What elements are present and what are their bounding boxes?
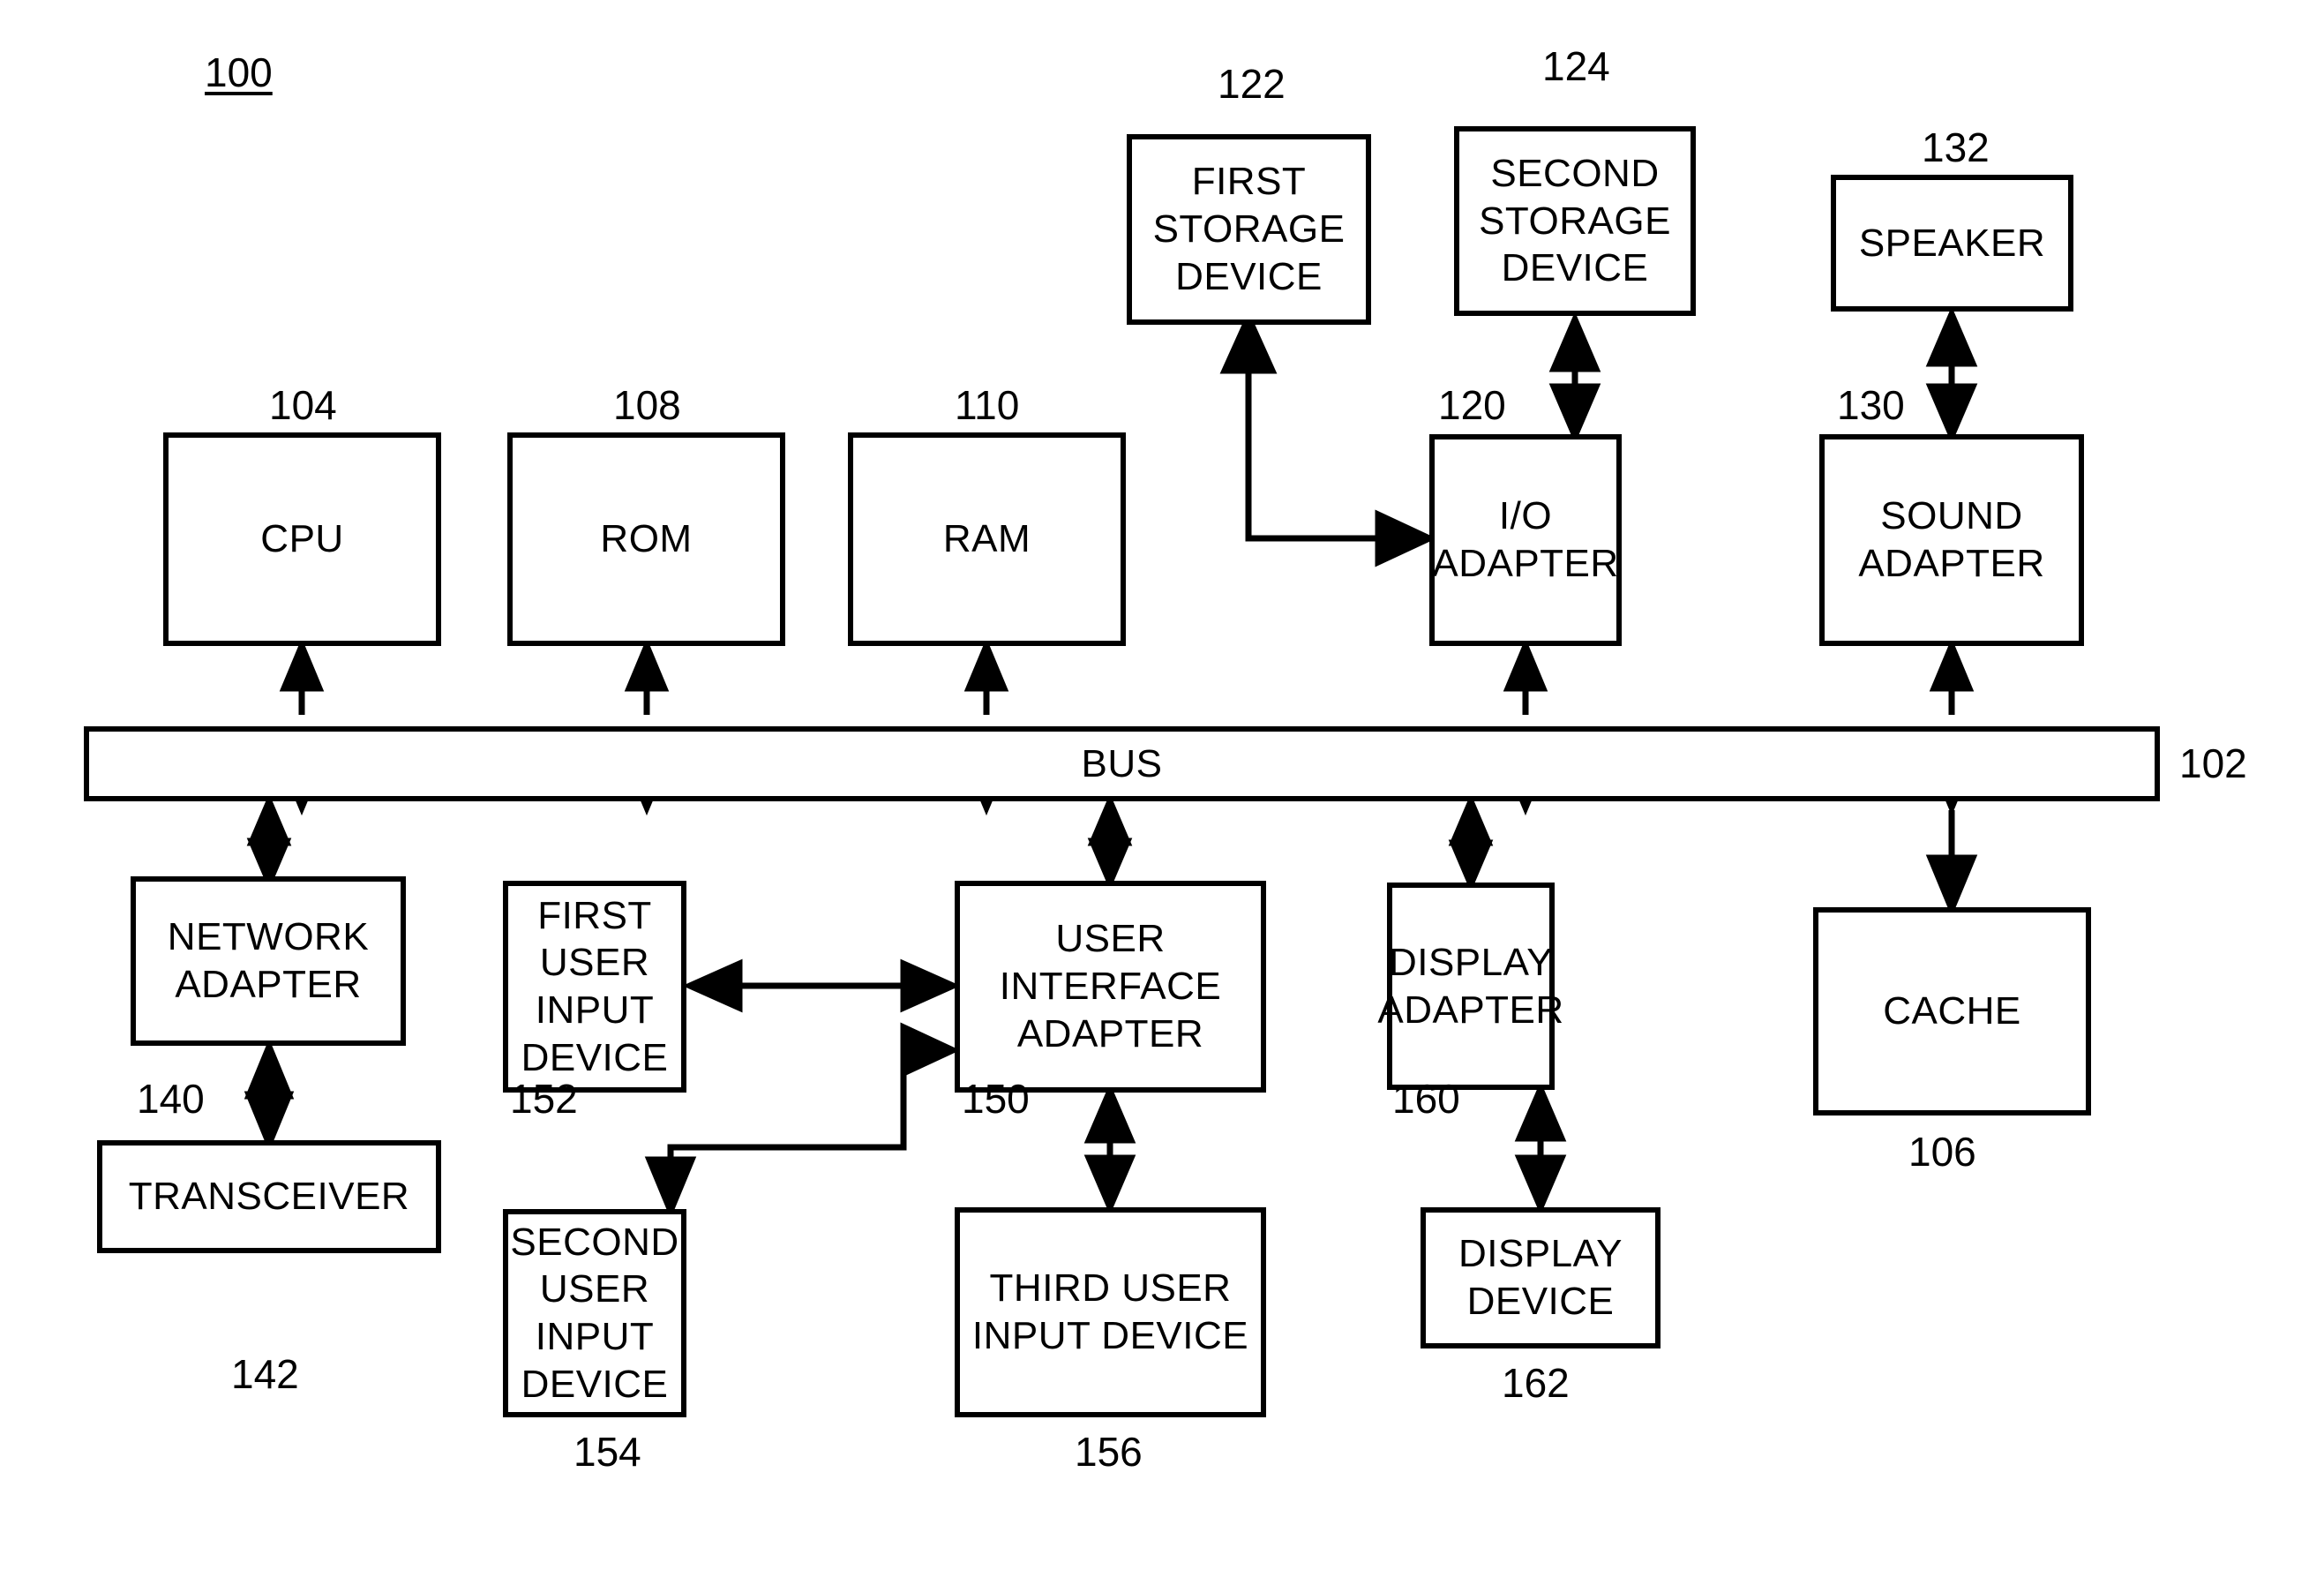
ref-162: 162: [1502, 1360, 1570, 1406]
ref-130: 130: [1837, 382, 1905, 428]
block-second-user-input-device[interactable]: SECOND USER INPUT DEVICE: [503, 1209, 686, 1417]
block-ram[interactable]: RAM: [848, 432, 1126, 646]
connector-ui-adapter-third-user-input: [1083, 1083, 1136, 1215]
ref-124: 124: [1542, 43, 1610, 89]
ref-104: 104: [269, 382, 337, 428]
connector-bus-cache: [1925, 810, 1978, 918]
connector-first-user-input-ui-adapter: [682, 958, 961, 1013]
ref-140: 140: [137, 1076, 205, 1122]
connector-bus-ui-adapter: [1087, 793, 1133, 890]
block-cpu[interactable]: CPU: [163, 432, 441, 646]
ref-120: 120: [1438, 382, 1506, 428]
block-third-user-input-device[interactable]: THIRD USER INPUT DEVICE: [955, 1207, 1266, 1417]
block-speaker[interactable]: SPEAKER: [1831, 175, 2073, 312]
block-rom[interactable]: ROM: [507, 432, 785, 646]
connector-display-adapter-display-device: [1514, 1081, 1567, 1215]
ref-154: 154: [574, 1429, 641, 1475]
block-sound-adapter[interactable]: SOUND ADAPTER: [1819, 434, 2084, 646]
block-user-interface-adapter[interactable]: USER INTERFACE ADAPTER: [955, 881, 1266, 1093]
ref-156: 156: [1075, 1429, 1143, 1475]
connector-first-storage-io-adapter: [1219, 310, 1437, 567]
connector-speaker-sound-adapter: [1925, 306, 1978, 444]
block-display-device[interactable]: DISPLAY DEVICE: [1421, 1207, 1661, 1348]
ref-110: 110: [955, 382, 1020, 428]
block-network-adapter[interactable]: NETWORK ADAPTER: [131, 876, 406, 1046]
connector-ui-adapter-second-user-input: [644, 1022, 961, 1220]
figure-canvas: 100 122 124 132 104 108 110 120 130 102 …: [0, 0, 2324, 1570]
block-second-storage-device[interactable]: SECOND STORAGE DEVICE: [1454, 126, 1696, 316]
block-display-adapter[interactable]: DISPLAY ADAPTER: [1377, 883, 1563, 1090]
connector-bus-network-adapter: [246, 793, 292, 890]
block-transceiver[interactable]: TRANSCEIVER: [97, 1140, 441, 1253]
ref-122: 122: [1218, 61, 1286, 107]
ref-160: 160: [1392, 1076, 1460, 1122]
block-bus[interactable]: BUS: [84, 726, 2160, 801]
ref-152: 152: [510, 1076, 578, 1122]
block-cache[interactable]: CACHE: [1813, 907, 2091, 1116]
ref-132: 132: [1922, 124, 1990, 170]
block-io-adapter[interactable]: I/O ADAPTER: [1429, 434, 1622, 646]
ref-106: 106: [1908, 1129, 1976, 1175]
block-first-user-input-device[interactable]: FIRST USER INPUT DEVICE: [503, 881, 686, 1093]
connector-network-adapter-transceiver: [244, 1038, 295, 1153]
connector-second-storage-io-adapter: [1548, 312, 1601, 444]
ref-142: 142: [231, 1351, 299, 1397]
figure-ref-100: 100: [205, 49, 273, 95]
ref-102: 102: [2179, 740, 2247, 786]
connector-bus-display-adapter: [1448, 793, 1494, 892]
ref-108: 108: [613, 382, 681, 428]
ref-150: 150: [962, 1076, 1030, 1122]
block-first-storage-device[interactable]: FIRST STORAGE DEVICE: [1127, 134, 1371, 325]
